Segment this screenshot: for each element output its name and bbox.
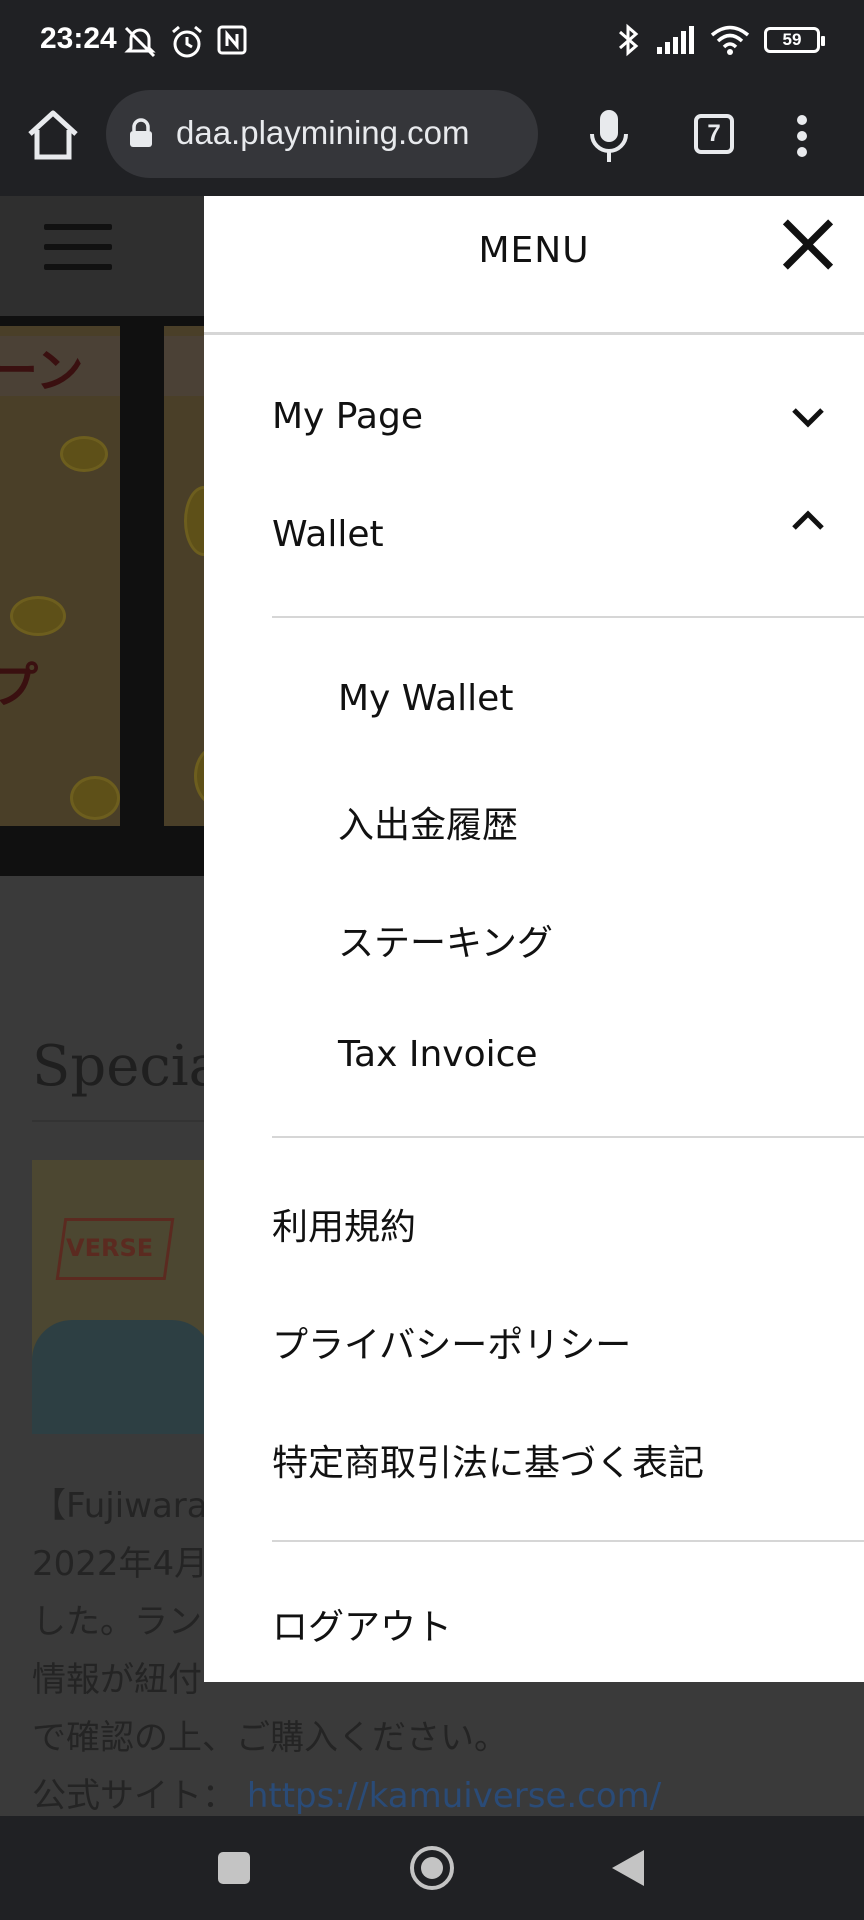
battery-level: 59: [782, 30, 802, 49]
menu-item-commercial-transactions[interactable]: 特定商取引法に基づく表記: [272, 1434, 704, 1486]
more-options-icon[interactable]: [790, 106, 814, 166]
mute-vibrate-icon: [124, 26, 156, 58]
paragraph-line: した。ラン: [32, 1602, 202, 1642]
submenu-item-tax-invoice[interactable]: Tax Invoice: [338, 1034, 538, 1075]
browser-toolbar: daa.playmining.com 7: [0, 84, 864, 196]
home-button[interactable]: [410, 1846, 454, 1890]
recents-button[interactable]: [218, 1852, 250, 1884]
menu-item-wallet[interactable]: Wallet: [272, 514, 384, 555]
paragraph-line: 2022年4月: [32, 1544, 209, 1584]
paragraph-line: 情報が紐付: [32, 1660, 202, 1700]
banner-image[interactable]: ーン プ: [0, 326, 120, 826]
thumbnail-logo-text: VERSE: [66, 1234, 154, 1262]
menu-item-terms[interactable]: 利用規約: [272, 1198, 416, 1250]
chevron-up-icon[interactable]: [790, 502, 826, 538]
menu-header-divider: [204, 332, 864, 335]
status-time: 23:24: [40, 22, 117, 55]
url-bar[interactable]: daa.playmining.com: [106, 90, 538, 178]
paragraph-line: 【Fujiwara: [32, 1486, 208, 1526]
signal-icon: [657, 26, 694, 54]
nfc-icon: [217, 25, 247, 55]
back-button[interactable]: [612, 1850, 644, 1886]
battery-icon: 59: [764, 27, 825, 53]
submenu-item-staking[interactable]: ステーキング: [338, 914, 553, 966]
wifi-icon: [710, 25, 750, 55]
system-nav-bar: [0, 1816, 864, 1920]
official-site-link[interactable]: https://kamuiverse.com/: [247, 1776, 661, 1816]
status-bar: 23:24 59: [0, 0, 864, 84]
submenu-divider: [272, 1136, 864, 1138]
menu-item-logout[interactable]: ログアウト: [272, 1598, 452, 1650]
chevron-down-icon[interactable]: [790, 400, 826, 436]
menu-divider: [272, 1540, 864, 1542]
microphone-icon[interactable]: [584, 106, 634, 166]
tab-switcher-button[interactable]: 7: [694, 114, 734, 154]
alarm-icon: [172, 25, 202, 58]
status-left-icons: [122, 24, 248, 60]
menu-title: MENU: [478, 230, 590, 271]
submenu-item-my-wallet[interactable]: My Wallet: [338, 678, 513, 719]
submenu-item-transaction-history[interactable]: 入出金履歴: [338, 796, 518, 848]
menu-item-privacy-policy[interactable]: プライバシーポリシー: [272, 1316, 631, 1368]
lock-icon: [130, 118, 152, 147]
hamburger-menu-icon[interactable]: [44, 224, 112, 270]
close-icon[interactable]: [778, 214, 838, 274]
menu-item-my-page[interactable]: My Page: [272, 396, 423, 437]
status-right-icons: 59: [616, 22, 825, 58]
bluetooth-icon: [619, 23, 639, 57]
tab-count: 7: [707, 120, 721, 147]
article-thumbnail[interactable]: VERSE: [32, 1160, 212, 1434]
url-text: daa.playmining.com: [176, 114, 470, 151]
submenu-divider: [272, 616, 864, 618]
official-site-label: 公式サイト：: [32, 1776, 236, 1816]
paragraph-line: で確認の上、ご購入ください。: [32, 1718, 508, 1758]
home-icon[interactable]: [24, 106, 82, 164]
menu-drawer: MENU My Page Wallet My Wallet 入出金履歴 ステーキ…: [204, 196, 864, 1682]
official-site-line: 公式サイト： https://kamuiverse.com/: [32, 1768, 661, 1816]
